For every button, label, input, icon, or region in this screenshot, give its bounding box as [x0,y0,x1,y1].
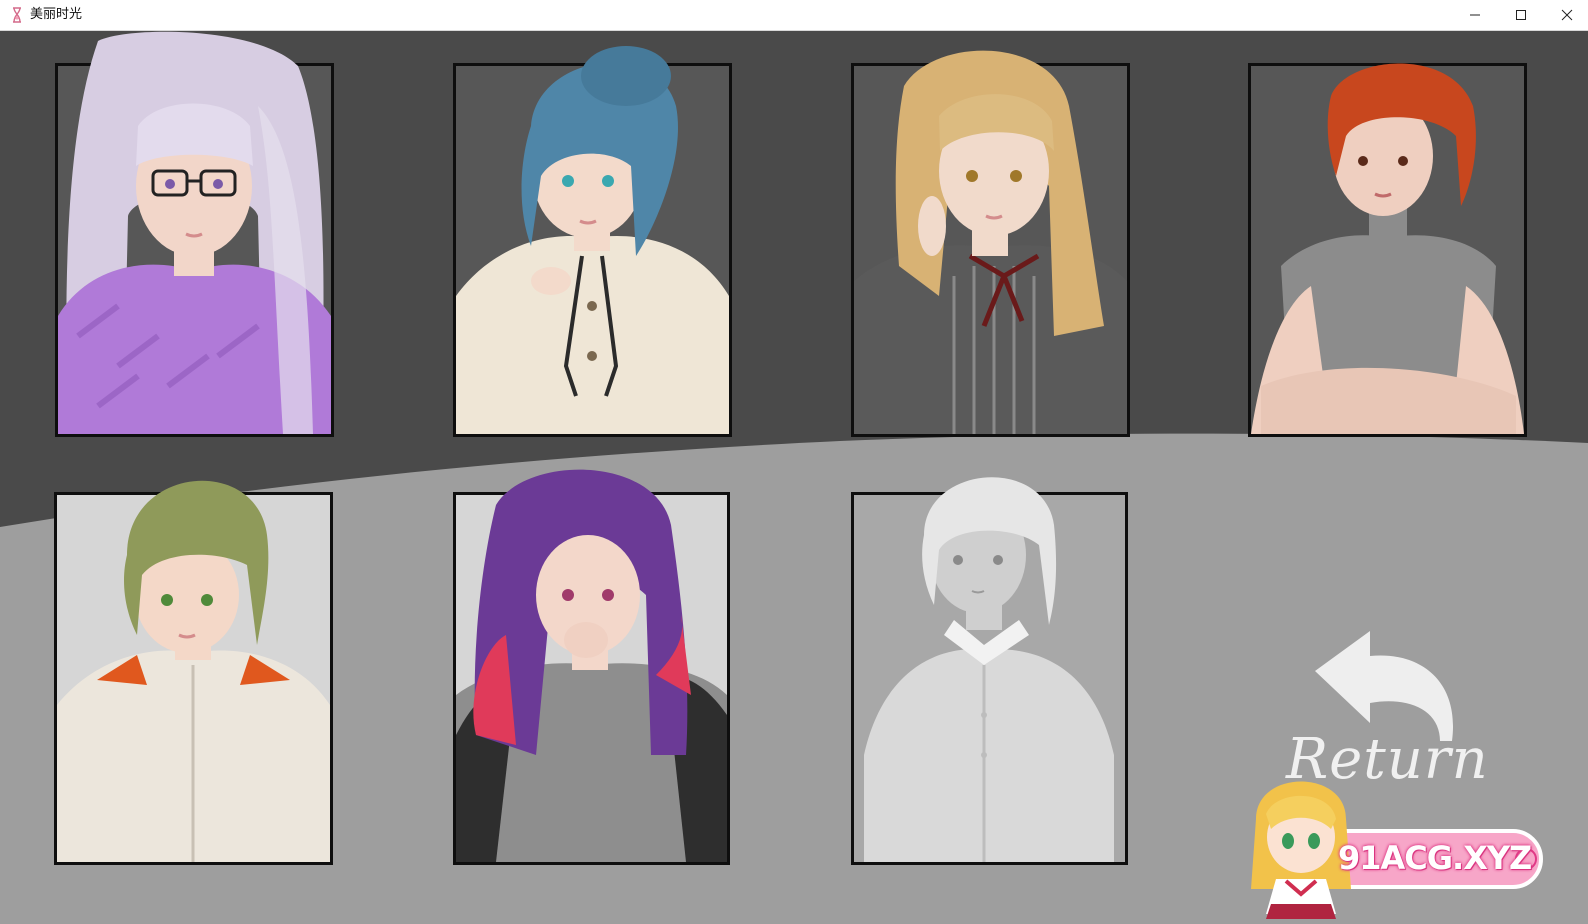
portrait-7 [854,477,1125,862]
portrait-4 [1251,63,1524,434]
character-card-2[interactable] [453,46,732,437]
maximize-icon [1516,10,1526,20]
portrait-5 [57,480,330,862]
app-icon [13,7,21,23]
portrait-1 [58,31,331,434]
game-window: 美丽时光 Return 91ACG.XYZ [0,0,1588,924]
close-button[interactable] [1544,0,1588,30]
title-bar[interactable]: 美丽时光 [0,0,1588,31]
character-card-7-locked[interactable] [851,477,1128,865]
window-title: 美丽时光 [30,7,83,22]
character-card-3[interactable] [851,50,1130,437]
character-card-5[interactable] [54,480,333,865]
minimize-icon [1470,14,1480,16]
character-card-6[interactable] [453,469,730,865]
character-card-1[interactable] [55,31,334,437]
portrait-2 [456,46,729,434]
character-select-screen: Return 91ACG.XYZ [0,31,1588,924]
character-card-4[interactable] [1248,63,1527,437]
portrait-6 [456,469,727,862]
watermark-text: 91ACG.XYZ [1338,839,1532,877]
minimize-button[interactable] [1452,0,1498,30]
close-icon [1561,9,1573,21]
portrait-3 [854,50,1127,434]
maximize-button[interactable] [1498,0,1544,30]
